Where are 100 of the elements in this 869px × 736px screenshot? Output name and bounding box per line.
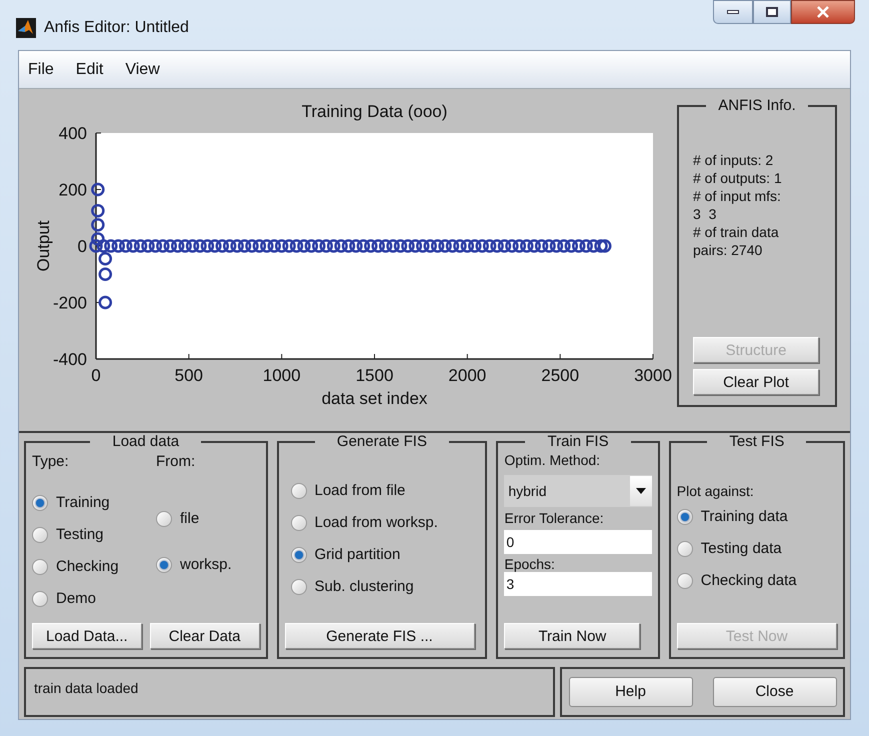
maximize-icon: [766, 7, 778, 17]
data-point: [334, 239, 348, 253]
data-point: [408, 239, 422, 253]
data-point: [89, 239, 103, 253]
minimize-button[interactable]: [713, 0, 753, 24]
method-dropdown[interactable]: hybrid: [504, 475, 652, 507]
push-button[interactable]: Clear Data: [150, 623, 260, 649]
radio-label: file: [180, 508, 200, 529]
info-text: 3 3: [693, 205, 718, 223]
data-point: [193, 239, 207, 253]
data-point: [430, 239, 444, 253]
menu-item[interactable]: File: [28, 58, 54, 82]
data-point: [200, 239, 214, 253]
data-point: [91, 182, 105, 196]
method-label: Optim. Method:: [504, 451, 602, 469]
group-title: Test FIS: [728, 433, 786, 451]
data-point: [542, 239, 556, 253]
radio-button[interactable]: [676, 541, 693, 557]
data-point: [349, 239, 363, 253]
group-title: Generate FIS: [336, 433, 428, 451]
data-point: [91, 232, 105, 246]
x-tick-label: 1500: [356, 366, 394, 385]
data-point: [586, 239, 600, 253]
chart-title: Training Data (ooo): [302, 102, 448, 121]
x-tick-label: 2500: [541, 366, 580, 385]
radio-button[interactable]: [32, 591, 48, 607]
radio-button[interactable]: [676, 573, 693, 589]
push-button[interactable]: Help: [568, 677, 692, 707]
data-point: [178, 239, 192, 253]
data-point: [557, 239, 571, 253]
radio-label: Grid partition: [314, 544, 400, 565]
push-button[interactable]: Generate FIS ...: [284, 623, 474, 649]
data-point: [208, 239, 222, 253]
data-point: [304, 239, 318, 253]
data-point: [164, 239, 178, 253]
maximize-button[interactable]: [753, 0, 791, 24]
radio-button[interactable]: [290, 579, 306, 595]
minimize-icon: [727, 10, 739, 14]
data-point: [260, 239, 274, 253]
close-button[interactable]: [791, 0, 855, 24]
x-tick-label: 3000: [634, 366, 672, 385]
y-tick-label: -400: [52, 350, 87, 369]
push-button[interactable]: Close: [712, 677, 836, 707]
radio-button[interactable]: [32, 527, 48, 543]
info-text: pairs: 2740: [693, 241, 764, 259]
data-point: [170, 239, 184, 253]
info-text: # of input mfs:: [693, 187, 782, 205]
tolerance-field[interactable]: 0: [504, 530, 652, 554]
radio-label: Testing data: [700, 538, 782, 559]
radio-button[interactable]: [156, 557, 172, 573]
info-text: # of inputs: 2: [693, 151, 774, 169]
y-axis-label: Output: [34, 220, 53, 272]
data-point: [527, 239, 541, 253]
data-point: [356, 239, 370, 253]
data-point: [134, 239, 148, 253]
menu-item[interactable]: Edit: [76, 58, 104, 82]
data-point: [148, 239, 162, 253]
data-point: [416, 239, 430, 253]
menu-item[interactable]: View: [125, 58, 160, 82]
data-point: [245, 239, 259, 253]
radio-button[interactable]: [676, 509, 693, 525]
epochs-field[interactable]: 3: [504, 572, 652, 596]
data-point: [498, 239, 512, 253]
radio-button[interactable]: [290, 515, 306, 531]
data-point: [141, 239, 155, 253]
info-text: # of train data: [693, 223, 780, 241]
group-title: ANFIS Info.: [717, 97, 797, 115]
data-point: [98, 296, 112, 310]
radio-button[interactable]: [290, 547, 306, 563]
x-tick-label: 1000: [262, 366, 301, 385]
x-tick-label: 500: [174, 366, 204, 385]
data-point: [312, 239, 326, 253]
radio-label: Load from file: [314, 480, 406, 501]
type-label: Type:: [32, 452, 70, 472]
data-point: [598, 239, 612, 253]
radio-label: Load from worksp.: [314, 512, 438, 533]
data-point: [268, 239, 281, 253]
data-point: [550, 239, 564, 253]
data-point: [579, 239, 593, 253]
matlab-logo-icon: [16, 18, 36, 38]
push-button[interactable]: Train Now: [504, 623, 640, 649]
close-icon: [816, 6, 830, 18]
radio-button[interactable]: [156, 511, 172, 527]
radio-button[interactable]: [32, 559, 48, 575]
push-button[interactable]: Load Data...: [32, 623, 142, 649]
radio-button[interactable]: [290, 483, 306, 499]
data-point: [98, 252, 112, 266]
data-point: [482, 239, 496, 253]
data-point: [126, 239, 140, 253]
data-point: [98, 268, 112, 281]
radio-button[interactable]: [32, 495, 48, 511]
data-point: [490, 239, 504, 253]
dropdown-caret-icon: [636, 488, 646, 494]
push-button[interactable]: Clear Plot: [693, 369, 819, 395]
plot-against-label: Plot against:: [676, 482, 755, 501]
radio-label: Demo: [56, 588, 96, 609]
data-point: [364, 239, 378, 253]
status-text: train data loaded: [34, 680, 138, 696]
y-tick-label: 0: [78, 237, 87, 256]
x-axis-label: data set index: [322, 389, 428, 408]
